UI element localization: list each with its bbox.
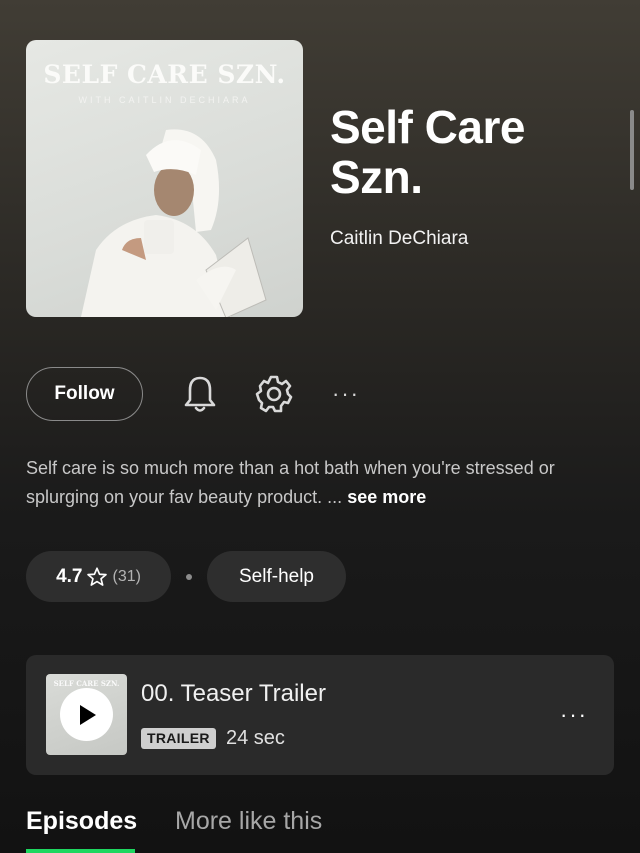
tab-more-like-this[interactable]: More like this — [175, 807, 322, 836]
rating-button[interactable]: 4.7 (31) — [26, 551, 171, 602]
active-tab-indicator — [26, 849, 135, 853]
bell-icon — [184, 376, 216, 412]
trailer-thumbnail: SELF CARE SZN. — [46, 674, 127, 755]
cover-subtitle: WITH CAITLIN DECHIARA — [78, 95, 251, 105]
star-outline-icon — [87, 566, 108, 586]
more-options-button[interactable]: ··· — [324, 372, 368, 416]
thumbnail-text: SELF CARE SZN. — [53, 679, 120, 688]
cover-title: SELF CARE SZN. — [43, 60, 286, 89]
play-button[interactable] — [60, 688, 113, 741]
gear-icon — [255, 375, 293, 413]
podcast-author[interactable]: Caitlin DeChiara — [330, 228, 468, 250]
trailer-more-button[interactable]: ··· — [554, 695, 594, 735]
rating-count: (31) — [112, 567, 141, 585]
trailer-title: 00. Teaser Trailer — [141, 680, 326, 707]
settings-button[interactable] — [252, 372, 296, 416]
description-text: Self care is so much more than a hot bat… — [26, 458, 555, 507]
separator-dot — [186, 574, 192, 580]
play-icon — [79, 704, 96, 725]
podcast-title: Self Care Szn. — [330, 101, 525, 203]
follow-button[interactable]: Follow — [26, 367, 143, 421]
category-pill[interactable]: Self-help — [207, 551, 346, 602]
tab-episodes[interactable]: Episodes — [26, 807, 137, 836]
podcast-cover: SELF CARE SZN. WITH CAITLIN DECHIARA — [26, 40, 303, 317]
podcast-description: Self care is so much more than a hot bat… — [26, 454, 622, 512]
trailer-badge: TRAILER — [141, 728, 216, 749]
trailer-duration: 24 sec — [226, 727, 285, 749]
see-more-link[interactable]: see more — [347, 487, 426, 507]
scrollbar[interactable] — [630, 110, 634, 190]
rating-value: 4.7 — [56, 565, 83, 587]
cover-illustration — [81, 129, 267, 317]
trailer-card[interactable]: SELF CARE SZN. 00. Teaser Trailer TRAILE… — [26, 655, 614, 775]
notifications-button[interactable] — [178, 372, 222, 416]
